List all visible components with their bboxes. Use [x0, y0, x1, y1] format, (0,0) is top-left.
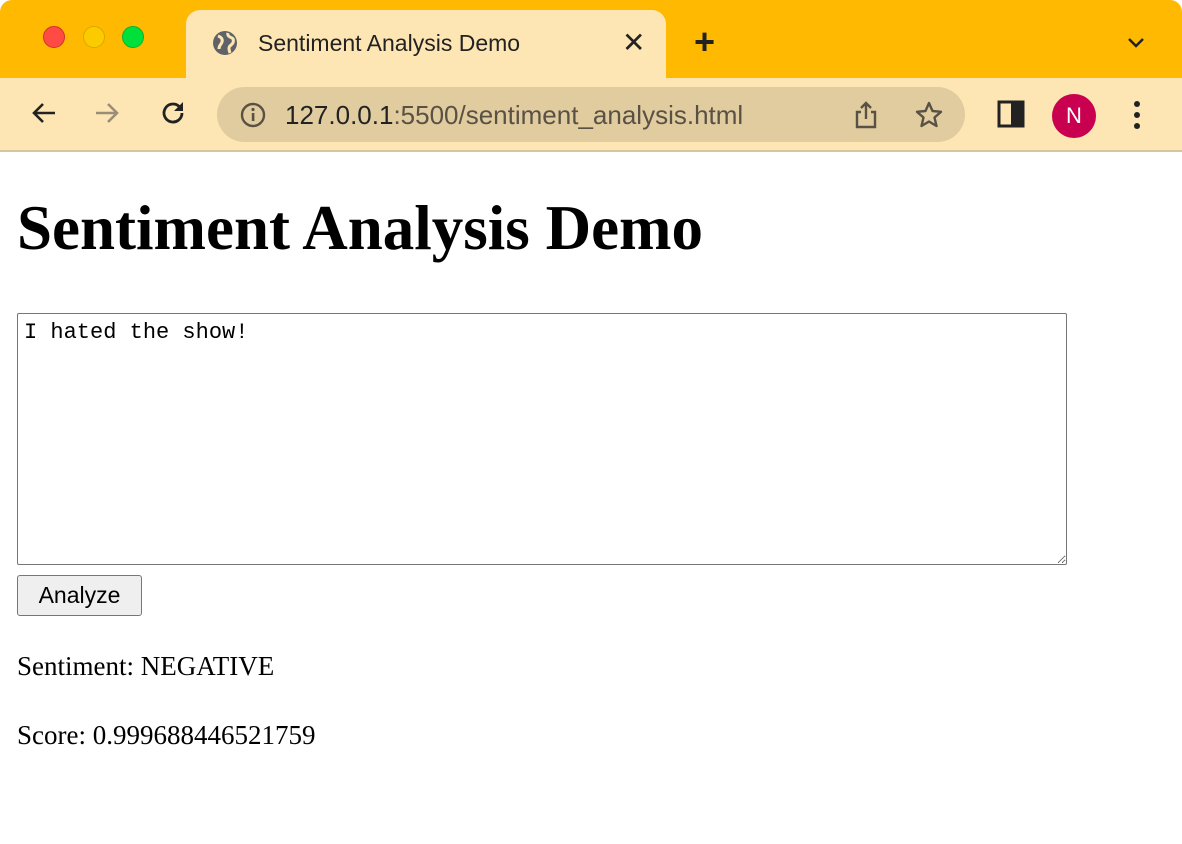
- globe-icon: [213, 31, 237, 55]
- url-text[interactable]: 127.0.0.1:5500/sentiment_analysis.html: [285, 100, 743, 131]
- chevron-down-icon[interactable]: [1124, 30, 1148, 54]
- analyze-button[interactable]: Analyze: [17, 575, 142, 616]
- forward-icon[interactable]: [92, 98, 122, 128]
- address-bar[interactable]: 127.0.0.1:5500/sentiment_analysis.html: [217, 87, 965, 142]
- tab-strip: Sentiment Analysis Demo ✕ +: [0, 0, 1182, 78]
- info-icon[interactable]: [239, 101, 267, 129]
- profile-avatar[interactable]: N: [1052, 94, 1096, 138]
- tab-title: Sentiment Analysis Demo: [258, 30, 521, 56]
- reload-icon[interactable]: [158, 98, 188, 128]
- side-panel-icon[interactable]: [997, 100, 1025, 128]
- browser-toolbar: 127.0.0.1:5500/sentiment_analysis.html N: [0, 78, 1182, 152]
- maximize-window-button[interactable]: [122, 26, 144, 48]
- active-tab[interactable]: Sentiment Analysis Demo ✕: [186, 10, 666, 78]
- bookmark-star-icon[interactable]: [914, 100, 944, 130]
- close-window-button[interactable]: [43, 26, 65, 48]
- new-tab-icon[interactable]: +: [694, 24, 715, 60]
- minimize-window-button[interactable]: [83, 26, 105, 48]
- score-result: Score: 0.999688446521759: [17, 720, 316, 750]
- share-icon[interactable]: [853, 100, 879, 130]
- close-tab-icon[interactable]: ✕: [622, 26, 645, 59]
- page-title: Sentiment Analysis Demo: [17, 193, 704, 263]
- text-input[interactable]: I hated the show!: [17, 313, 1067, 565]
- more-menu-icon[interactable]: [1128, 98, 1146, 132]
- back-icon[interactable]: [29, 98, 59, 128]
- sentiment-result: Sentiment: NEGATIVE: [17, 651, 275, 681]
